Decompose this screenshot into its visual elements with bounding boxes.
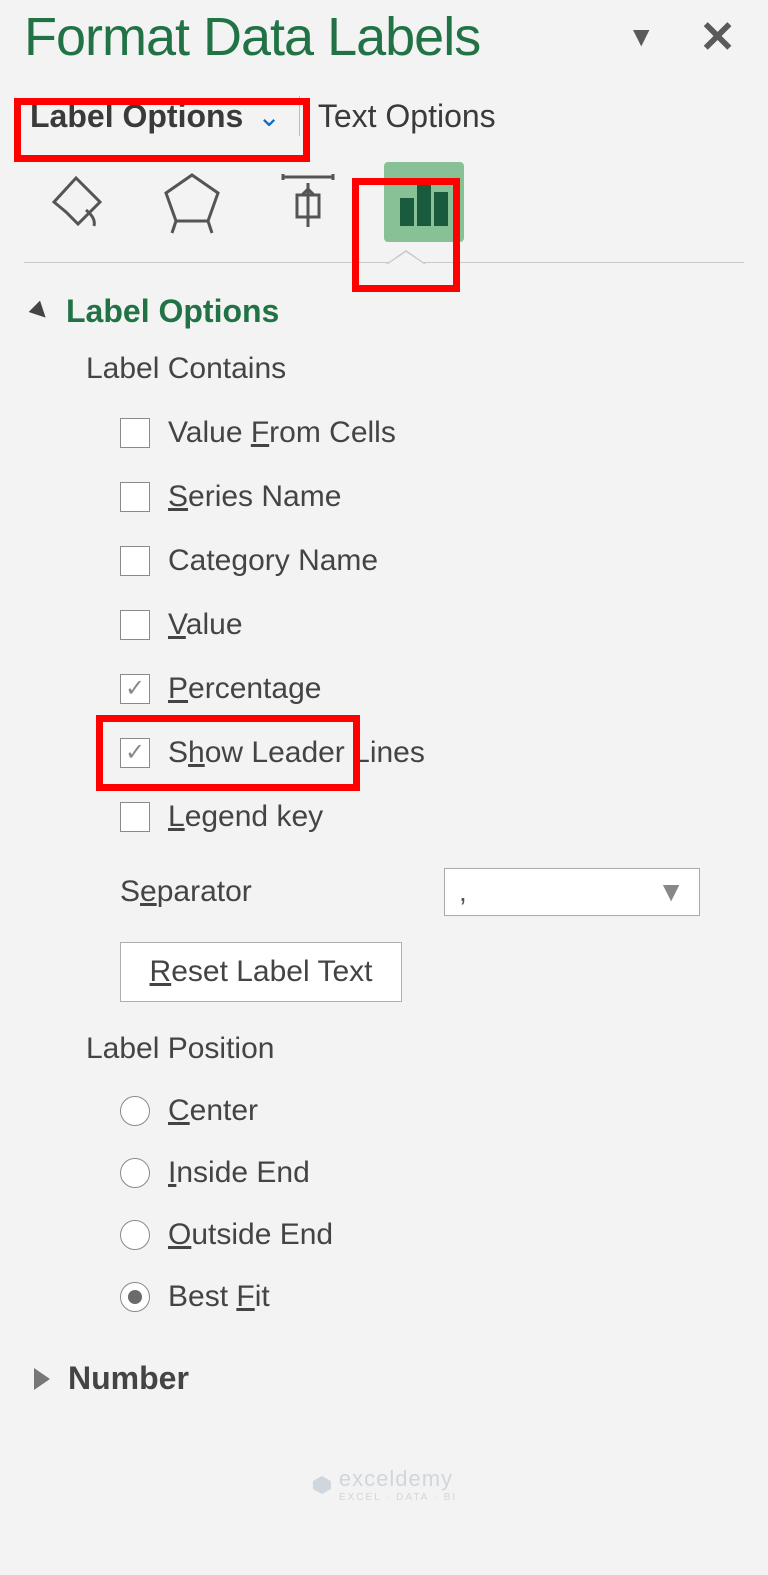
radio-center-input[interactable] xyxy=(120,1096,150,1126)
separator-value: , xyxy=(459,876,467,908)
label-value: Value xyxy=(168,608,243,642)
separator-row: Separator , ▼ xyxy=(120,868,744,916)
subhead-label-contains: Label Contains xyxy=(86,352,744,386)
radio-inside-end[interactable]: Inside End xyxy=(120,1156,744,1190)
label-center: Center xyxy=(168,1094,258,1128)
reset-button-text: Reset Label Text xyxy=(150,955,373,989)
watermark-text: exceldemy xyxy=(339,1466,457,1492)
check-category-name[interactable]: Category Name xyxy=(120,544,744,578)
checkbox-percentage[interactable] xyxy=(120,674,150,704)
radio-best-fit[interactable]: Best Fit xyxy=(120,1280,744,1314)
checkbox-category-name[interactable] xyxy=(120,546,150,576)
check-percentage[interactable]: Percentage xyxy=(120,672,744,706)
format-data-labels-pane: Format Data Labels ▼ ✕ Label Options ⌄ T… xyxy=(0,0,768,1417)
watermark-sub: EXCEL · DATA · BI xyxy=(339,1492,457,1503)
section-label-options[interactable]: Label Options xyxy=(24,293,744,330)
label-show-leader-lines: Show Leader Lines xyxy=(168,736,425,770)
checkbox-value-from-cells[interactable] xyxy=(120,418,150,448)
label-value-from-cells: Value From Cells xyxy=(168,416,396,450)
subhead-label-position: Label Position xyxy=(86,1032,744,1066)
section-number-title: Number xyxy=(68,1360,189,1397)
reset-label-text-button[interactable]: Reset Label Text xyxy=(120,942,402,1002)
tab-divider xyxy=(299,96,300,136)
label-series-name: Series Name xyxy=(168,480,341,514)
check-show-leader-lines[interactable]: Show Leader Lines xyxy=(120,736,744,770)
radio-best-fit-input[interactable] xyxy=(120,1282,150,1312)
dropdown-caret-icon: ▼ xyxy=(657,876,685,908)
checkbox-legend-key[interactable] xyxy=(120,802,150,832)
section-separator xyxy=(24,262,744,263)
separator-label: Separator xyxy=(120,875,252,909)
label-legend-key: Legend key xyxy=(168,800,323,834)
check-series-name[interactable]: Series Name xyxy=(120,480,744,514)
section-label-options-title: Label Options xyxy=(66,293,279,330)
check-value[interactable]: Value xyxy=(120,608,744,642)
section-number[interactable]: Number xyxy=(24,1360,744,1397)
effects-icon[interactable] xyxy=(152,162,232,242)
pane-header: Format Data Labels ▼ ✕ xyxy=(24,0,744,68)
fill-line-icon[interactable] xyxy=(36,162,116,242)
checkbox-value[interactable] xyxy=(120,610,150,640)
label-options-bar-icon[interactable] xyxy=(384,162,464,242)
chevron-down-icon: ⌄ xyxy=(257,100,280,133)
label-percentage: Percentage xyxy=(168,672,321,706)
label-best-fit: Best Fit xyxy=(168,1280,270,1314)
tab-text-options[interactable]: Text Options xyxy=(318,98,496,135)
check-value-from-cells[interactable]: Value From Cells xyxy=(120,416,744,450)
radio-center[interactable]: Center xyxy=(120,1094,744,1128)
top-tabs: Label Options ⌄ Text Options xyxy=(24,96,744,136)
checkbox-series-name[interactable] xyxy=(120,482,150,512)
tab-label-options-text: Label Options xyxy=(30,98,243,135)
checkbox-show-leader-lines[interactable] xyxy=(120,738,150,768)
close-icon[interactable]: ✕ xyxy=(699,12,736,63)
collapse-triangle-icon xyxy=(29,300,52,323)
tab-label-options[interactable]: Label Options ⌄ xyxy=(30,98,281,135)
size-properties-icon[interactable] xyxy=(268,162,348,242)
watermark: exceldemy EXCEL · DATA · BI xyxy=(311,1466,457,1503)
header-controls: ▼ ✕ xyxy=(627,12,744,63)
check-legend-key[interactable]: Legend key xyxy=(120,800,744,834)
label-category-name: Category Name xyxy=(168,544,378,578)
label-inside-end: Inside End xyxy=(168,1156,310,1190)
radio-inside-end-input[interactable] xyxy=(120,1158,150,1188)
category-icon-row xyxy=(24,162,744,242)
separator-select[interactable]: , ▼ xyxy=(444,868,700,916)
task-pane-options-icon[interactable]: ▼ xyxy=(627,21,655,53)
label-outside-end: Outside End xyxy=(168,1218,333,1252)
radio-outside-end-input[interactable] xyxy=(120,1220,150,1250)
pane-title: Format Data Labels xyxy=(24,6,480,68)
radio-outside-end[interactable]: Outside End xyxy=(120,1218,744,1252)
expand-triangle-icon xyxy=(34,1368,50,1390)
